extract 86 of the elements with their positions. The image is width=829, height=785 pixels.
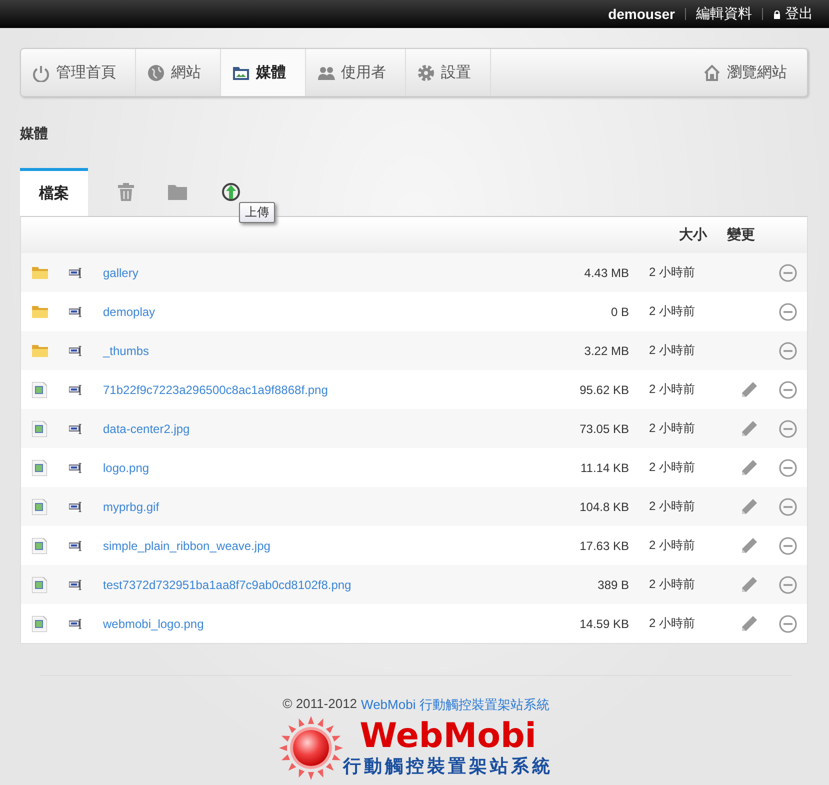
power-icon [32, 64, 50, 82]
file-link[interactable]: data-center2.jpg [103, 422, 190, 436]
top-link[interactable]: 登出 [773, 5, 813, 23]
remove-icon [779, 536, 797, 554]
file-size: 95.62 KB [578, 382, 629, 396]
rename-icon [69, 424, 82, 434]
sun-logo-icon [279, 716, 343, 780]
file-size: 14.59 KB [578, 616, 629, 630]
gear-icon [417, 64, 435, 82]
top-link[interactable]: 編輯資料 [696, 5, 752, 23]
file-size: 0 B [610, 304, 629, 318]
remove-icon [779, 576, 797, 594]
nav-tab[interactable]: 使用者 [306, 49, 406, 96]
file-size: 389 B [596, 578, 629, 592]
remove-icon [779, 498, 797, 516]
globe-icon [147, 64, 165, 82]
file-date: 2 小時前 [648, 381, 696, 398]
nav-tab[interactable]: 管理首頁 [21, 49, 136, 96]
file-link[interactable]: webmobi_logo.png [103, 616, 204, 630]
remove-icon [779, 302, 797, 320]
rename-icon [69, 540, 82, 550]
file-link[interactable]: test7372d732951ba1aa8f7c9ab0cd8102f8.png [103, 578, 352, 592]
image-file-icon [32, 498, 47, 514]
file-date: 2 小時前 [648, 342, 696, 359]
rename-icon [69, 618, 82, 628]
column-header: 大小 [678, 226, 707, 244]
logo-subtitle: 行動觸控裝置架站系統 [343, 755, 553, 778]
rename-icon [69, 580, 82, 590]
remove-icon [779, 614, 797, 632]
file-size: 11.14 KB [580, 460, 629, 474]
remove-icon [779, 264, 797, 282]
remove-icon [779, 420, 797, 438]
folder-icon [32, 266, 48, 279]
nav-tab[interactable]: 媒體 [221, 49, 306, 96]
file-date: 2 小時前 [648, 615, 696, 632]
rename-icon [69, 268, 82, 278]
file-size: 17.63 KB [578, 538, 629, 552]
file-size: 104.8 KB [578, 500, 629, 514]
home-icon [703, 64, 721, 82]
upload-icon [221, 182, 241, 202]
folder-icon [32, 305, 48, 318]
remove-icon [779, 342, 797, 360]
view-site-link[interactable]: 瀏覽網站 [692, 49, 807, 96]
lock-icon [773, 10, 781, 18]
file-date: 2 小時前 [648, 459, 696, 476]
copyright-text: © 2011-2012 [282, 696, 358, 713]
image-file-icon [32, 576, 47, 592]
image-file-icon [32, 382, 47, 398]
image-file-icon [32, 538, 47, 554]
file-size: 3.22 MB [583, 344, 629, 358]
column-header: 變更 [726, 226, 756, 244]
file-link[interactable]: logo.png [103, 460, 150, 474]
file-date: 2 小時前 [648, 420, 696, 437]
rename-icon [69, 384, 82, 394]
rename-icon [69, 306, 82, 316]
file-link[interactable]: simple_plain_ribbon_weave.jpg [103, 538, 270, 552]
rename-icon [69, 502, 82, 512]
file-date: 2 小時前 [648, 264, 696, 281]
tab[interactable]: 檔案 [20, 168, 88, 216]
file-date: 2 小時前 [648, 537, 696, 554]
rename-icon [69, 462, 82, 472]
file-size: 73.05 KB [578, 422, 629, 436]
folder-icon [32, 344, 48, 357]
file-size: 4.43 MB [583, 266, 629, 280]
logo-title: WebMobi [360, 718, 536, 754]
trash-icon [118, 183, 134, 201]
rename-icon [69, 346, 82, 356]
footer-link[interactable]: WebMobi 行動觸控裝置架站系統 [361, 696, 550, 714]
page-title: 媒體 [20, 125, 49, 143]
file-link[interactable]: myprbg.gif [103, 500, 160, 514]
user-name: demouser [608, 6, 675, 22]
tooltip: 上傳 [239, 202, 275, 223]
image-file-icon [32, 616, 47, 632]
file-link[interactable]: demoplay [103, 304, 156, 318]
file-link[interactable]: gallery [103, 266, 138, 280]
file-date: 2 小時前 [648, 498, 696, 515]
image-file-icon [32, 420, 47, 436]
folder-icon [168, 184, 187, 200]
image-file-icon [32, 460, 47, 476]
remove-icon [779, 458, 797, 476]
nav-tab[interactable]: 設置 [406, 49, 491, 96]
file-link[interactable]: _thumbs [103, 344, 150, 358]
file-date: 2 小時前 [648, 576, 696, 593]
file-date: 2 小時前 [648, 303, 696, 320]
file-link[interactable]: 71b22f9c7223a296500c8ac1a9f8868f.png [103, 382, 328, 396]
remove-icon [779, 380, 797, 398]
